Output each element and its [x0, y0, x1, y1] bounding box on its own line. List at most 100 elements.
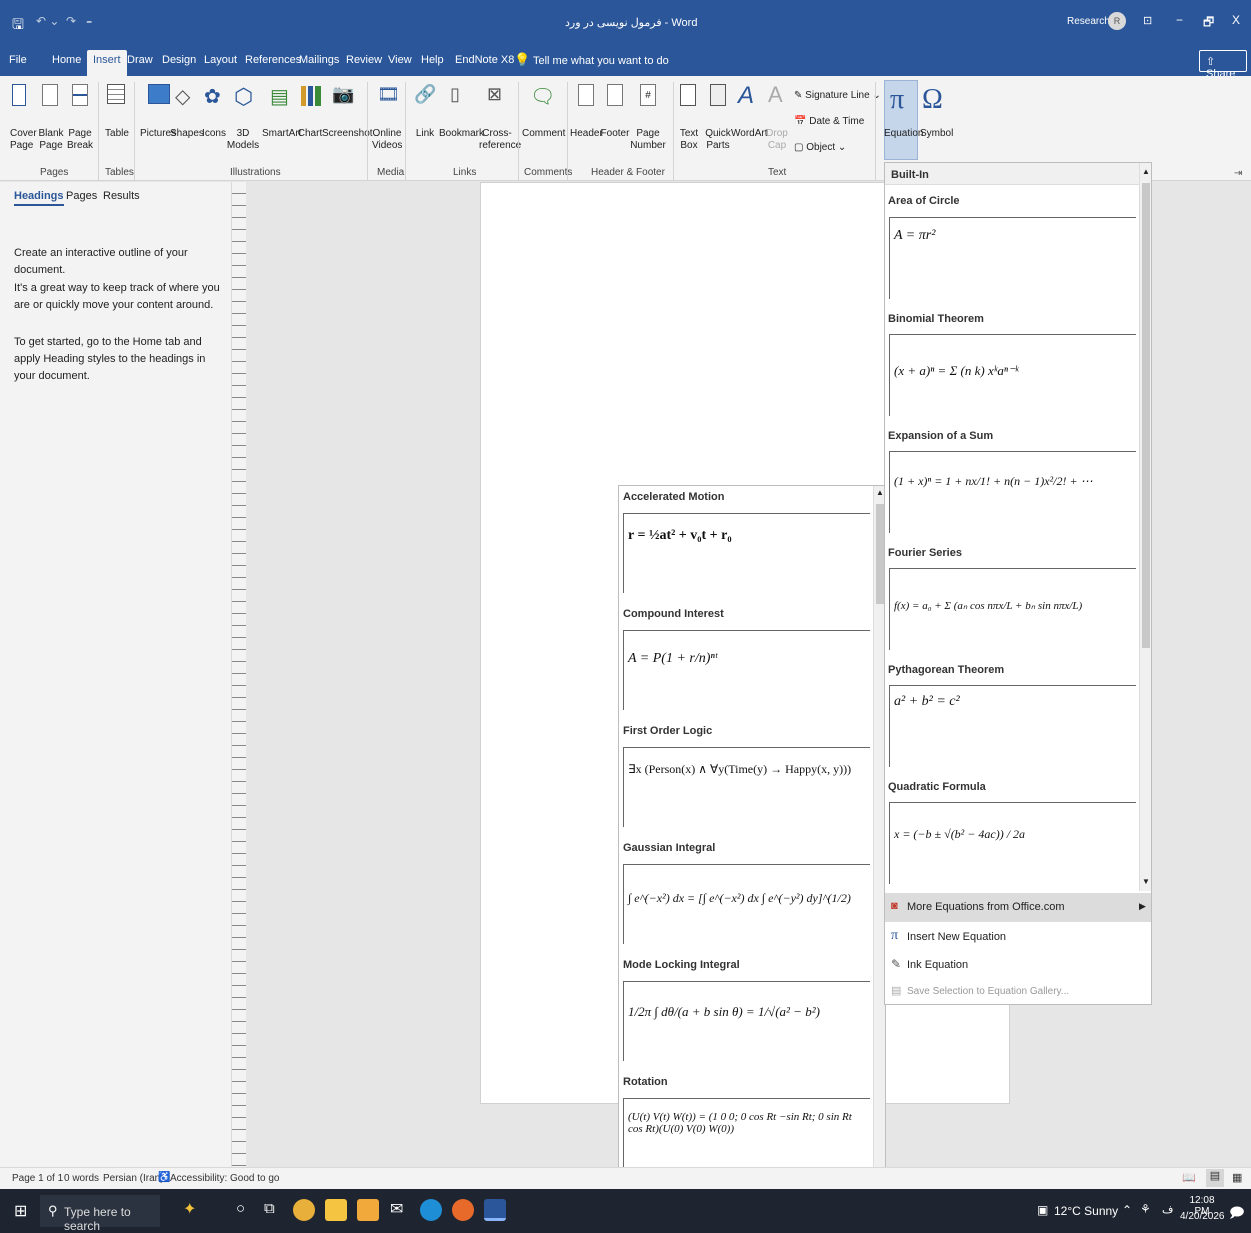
- restore-button[interactable]: 🗗: [1203, 13, 1214, 34]
- pin-icon[interactable]: ⇥: [1234, 168, 1242, 179]
- symbol-button[interactable]: Symbol: [920, 128, 953, 140]
- cover-page-button[interactable]: Cover Page: [10, 128, 37, 152]
- sparkle-icon[interactable]: ✦: [183, 1199, 196, 1219]
- signature-line-button[interactable]: ✎ Signature Line ⌄: [794, 90, 881, 101]
- blank-page-button[interactable]: Blank Page: [38, 128, 64, 152]
- nav-tab-results[interactable]: Results: [103, 190, 140, 202]
- undo-icon[interactable]: ↶ ⌄: [36, 14, 59, 28]
- word-taskbar-icon[interactable]: [484, 1199, 506, 1221]
- redo-icon[interactable]: ↷: [66, 14, 76, 28]
- header-button[interactable]: Header: [570, 128, 603, 140]
- builtin-gallery-scrollbar[interactable]: ▲ ▼: [1139, 163, 1151, 891]
- ribbon-display-icon[interactable]: ⊡: [1143, 14, 1152, 27]
- menu-ink-equation[interactable]: ✎ Ink Equation: [885, 951, 1151, 978]
- object-button[interactable]: ▢ Object ⌄: [794, 142, 846, 153]
- equation-button[interactable]: Equation: [884, 128, 923, 140]
- cortana-icon[interactable]: ○: [236, 1200, 245, 1217]
- tab-draw[interactable]: Draw: [127, 54, 153, 66]
- eq-first-order-logic[interactable]: ∃x (Person(x) ∧ ∀y(Time(y) → Happy(x, y)…: [623, 747, 870, 827]
- chart-button[interactable]: Chart: [297, 128, 323, 140]
- web-layout-icon[interactable]: ▦: [1232, 1171, 1242, 1184]
- eq-pythagorean-theorem[interactable]: a² + b² = c²: [889, 685, 1136, 767]
- scroll-thumb[interactable]: [1142, 183, 1150, 648]
- smartart-button[interactable]: SmartArt: [262, 128, 301, 140]
- save-icon[interactable]: 🖫: [12, 14, 24, 38]
- comment-button[interactable]: Comment: [522, 128, 565, 140]
- eq-fourier-series[interactable]: f(x) = a₀ + Σ (aₙ cos nπx/L + bₙ sin nπx…: [889, 568, 1136, 650]
- nav-tab-headings[interactable]: Headings: [14, 190, 64, 206]
- online-videos-button[interactable]: Online Videos: [372, 128, 402, 152]
- weather-text[interactable]: 12°C Sunny: [1054, 1204, 1118, 1218]
- eq-gaussian-integral[interactable]: ∫ e^(−x²) dx = [∫ e^(−x²) dx ∫ e^(−y²) d…: [623, 864, 870, 944]
- eq-expansion-of-a-sum[interactable]: (1 + x)ⁿ = 1 + nx/1! + n(n − 1)x²/2! + ⋯: [889, 451, 1136, 533]
- clock-date[interactable]: 4/20/2026: [1180, 1211, 1225, 1222]
- notifications-icon[interactable]: 🗩: [1229, 1202, 1245, 1226]
- bookmark-button[interactable]: Bookmark: [439, 128, 484, 140]
- tab-help[interactable]: Help: [421, 54, 444, 66]
- menu-more-equations[interactable]: ◙ More Equations from Office.com ▶: [885, 893, 1151, 922]
- scroll-down-icon[interactable]: ▼: [1142, 877, 1150, 886]
- task-view-icon[interactable]: ⧉: [264, 1200, 275, 1217]
- screenshot-button[interactable]: Screenshot: [322, 128, 373, 140]
- tab-home[interactable]: Home: [52, 54, 81, 66]
- menu-insert-new-equation[interactable]: π Insert New Equation: [885, 923, 1151, 950]
- tab-layout[interactable]: Layout: [204, 54, 237, 66]
- scroll-thumb[interactable]: [876, 504, 884, 604]
- status-language[interactable]: Persian (Iran): [103, 1173, 164, 1184]
- mail-icon[interactable]: ✉: [390, 1199, 403, 1219]
- minimize-button[interactable]: −: [1176, 13, 1183, 27]
- tab-mailings[interactable]: Mailings: [299, 54, 339, 66]
- scroll-up-icon[interactable]: ▲: [876, 488, 884, 497]
- customize-qat-icon[interactable]: ₌: [86, 13, 92, 27]
- tab-insert[interactable]: Insert: [87, 50, 127, 76]
- wordart-button[interactable]: WordArt: [731, 128, 768, 140]
- file-explorer-icon[interactable]: [357, 1199, 379, 1221]
- link-button[interactable]: Link: [413, 128, 437, 140]
- close-button[interactable]: X: [1232, 13, 1240, 27]
- status-accessibility[interactable]: Accessibility: Good to go: [170, 1173, 280, 1184]
- shapes-button[interactable]: Shapes: [170, 128, 204, 140]
- icons-button[interactable]: Icons: [201, 128, 227, 140]
- eq-binomial-theorem[interactable]: (x + a)ⁿ = Σ (n k) xᵏaⁿ⁻ᵏ: [889, 334, 1136, 416]
- nav-tab-pages[interactable]: Pages: [66, 190, 97, 202]
- status-page[interactable]: Page 1 of 1: [12, 1173, 63, 1184]
- language-indicator-icon[interactable]: ف: [1162, 1203, 1173, 1216]
- eq-quadratic-formula[interactable]: x = (−b ± √(b² − 4ac)) / 2a: [889, 802, 1136, 884]
- text-box-button[interactable]: Text Box: [676, 128, 702, 152]
- tab-view[interactable]: View: [388, 54, 412, 66]
- tab-file[interactable]: File: [9, 54, 27, 66]
- print-layout-icon[interactable]: ▤: [1206, 1169, 1224, 1187]
- tab-endnote[interactable]: EndNote X8: [455, 54, 514, 66]
- edge-icon[interactable]: [420, 1199, 442, 1221]
- eq-formula: f(x) = a₀ + Σ (aₙ cos nπx/L + bₙ sin nπx…: [894, 600, 1083, 612]
- read-mode-icon[interactable]: 📖: [1182, 1171, 1196, 1184]
- network-icon[interactable]: ⚘: [1140, 1202, 1151, 1216]
- tab-design[interactable]: Design: [162, 54, 196, 66]
- quick-parts-button[interactable]: Quick Parts: [703, 128, 733, 152]
- firefox-icon[interactable]: [452, 1199, 474, 1221]
- scroll-up-icon[interactable]: ▲: [1142, 167, 1150, 176]
- store-icon[interactable]: [325, 1199, 347, 1221]
- date-time-button[interactable]: 📅 Date & Time: [794, 116, 864, 127]
- avatar[interactable]: R: [1108, 12, 1126, 30]
- tab-review[interactable]: Review: [346, 54, 382, 66]
- share-button[interactable]: ⇧ Share ⌄: [1199, 50, 1247, 93]
- eq-compound-interest[interactable]: A = P(1 + r/n)ⁿᵗ: [623, 630, 870, 710]
- menu-save-selection[interactable]: ▤ Save Selection to Equation Gallery...: [885, 978, 1151, 1004]
- eq-accelerated-motion[interactable]: r = ½at² + v₀t + r₀: [623, 513, 870, 593]
- tray-chevron-icon[interactable]: ⌃: [1122, 1203, 1132, 1217]
- cross-reference-button[interactable]: Cross-reference: [479, 128, 521, 152]
- table-button[interactable]: Table: [104, 128, 130, 140]
- page-number-button[interactable]: Page Number: [626, 128, 670, 152]
- taskbar-search[interactable]: ⚲ Type here to search: [40, 1195, 160, 1233]
- drop-cap-button[interactable]: Drop Cap: [764, 128, 790, 152]
- tell-me-search[interactable]: Tell me what you want to do: [533, 55, 669, 67]
- page-break-button[interactable]: Page Break: [66, 128, 94, 152]
- chrome-icon[interactable]: [293, 1199, 315, 1221]
- 3d-models-button[interactable]: 3D Models: [226, 128, 260, 152]
- tab-references[interactable]: References: [245, 54, 301, 66]
- windows-start-icon[interactable]: ⊞: [14, 1201, 27, 1221]
- eq-area-of-circle[interactable]: A = πr²: [889, 217, 1136, 299]
- status-words[interactable]: 0 words: [64, 1173, 99, 1184]
- eq-mode-locking-integral[interactable]: 1/2π ∫ dθ/(a + b sin θ) = 1/√(a² − b²): [623, 981, 870, 1061]
